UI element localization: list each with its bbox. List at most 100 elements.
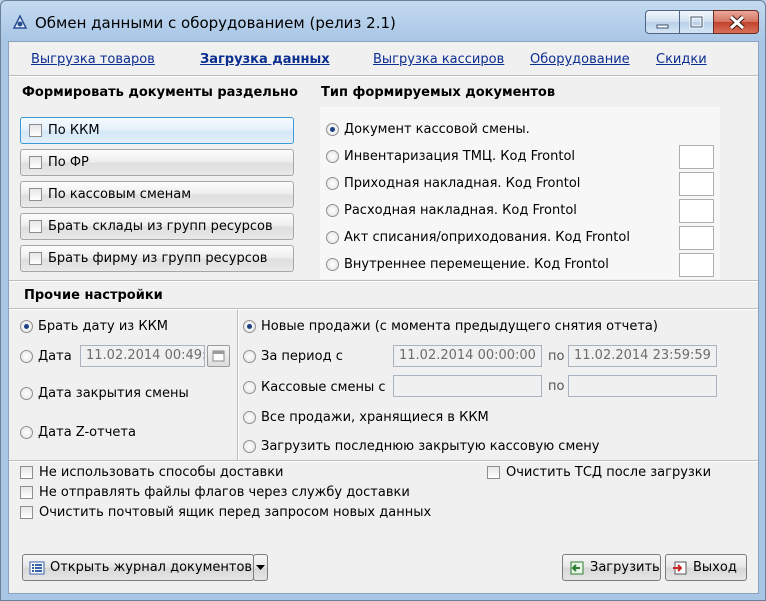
- radio-button[interactable]: [243, 350, 256, 363]
- close-button[interactable]: [713, 10, 759, 34]
- divider: [9, 460, 758, 462]
- radio-new-sales[interactable]: Новые продажи (с момента предыдущего сня…: [243, 319, 658, 334]
- radio-button[interactable]: [326, 150, 339, 163]
- date-input[interactable]: 11.02.2014 00:49:: [80, 345, 205, 367]
- button-label: Загрузить: [590, 560, 660, 575]
- open-journal-button[interactable]: Открыть журнал документов: [22, 554, 254, 581]
- check-clear-tsd[interactable]: Очистить ТСД после загрузки: [487, 465, 711, 480]
- radio-button[interactable]: [326, 123, 339, 136]
- radio-button[interactable]: [243, 381, 256, 394]
- checkbox[interactable]: [29, 156, 42, 169]
- check-label: Брать фирму из групп ресурсов: [48, 251, 268, 266]
- checkbox[interactable]: [29, 220, 42, 233]
- app-icon: [12, 14, 28, 29]
- exit-button[interactable]: Выход: [665, 554, 747, 581]
- period-to-input[interactable]: 11.02.2014 23:59:59: [568, 345, 717, 367]
- radio-button[interactable]: [326, 258, 339, 271]
- radio-button[interactable]: [326, 204, 339, 217]
- radio-label: Внутреннее перемещение. Код Frontol: [344, 257, 609, 272]
- maximize-button[interactable]: [679, 10, 713, 34]
- load-button[interactable]: Загрузить: [562, 554, 661, 581]
- check-label: Очистить почтовый ящик перед запросом но…: [39, 505, 432, 520]
- checkbox[interactable]: [29, 124, 42, 137]
- check-label: Не отправлять файлы флагов через службу …: [39, 485, 410, 500]
- code-inventory-input[interactable]: [679, 145, 714, 169]
- checkbox[interactable]: [20, 486, 33, 499]
- code-outgoing-input[interactable]: [679, 199, 714, 223]
- check-label: По ККМ: [48, 123, 100, 138]
- radio-label: За период с: [261, 349, 343, 364]
- chevron-down-icon: [256, 564, 265, 570]
- radio-shift-document[interactable]: Документ кассовой смены.: [326, 122, 530, 137]
- radio-label: Акт списания/оприходования. Код Frontol: [344, 230, 630, 245]
- radio-z-report-date[interactable]: Дата Z-отчета: [20, 425, 136, 440]
- tab-export-goods[interactable]: Выгрузка товаров: [31, 52, 155, 67]
- tab-export-cashiers[interactable]: Выгрузка кассиров: [373, 52, 504, 67]
- radio-last-closed-shift[interactable]: Загрузить последнюю закрытую кассовую см…: [243, 439, 599, 454]
- checkbox[interactable]: [29, 252, 42, 265]
- check-clear-mailbox[interactable]: Очистить почтовый ящик перед запросом но…: [20, 505, 431, 520]
- minimize-icon: [656, 24, 669, 29]
- radio-date-from-kkm[interactable]: Брать дату из ККМ: [20, 319, 168, 334]
- radio-label: Дата Z-отчета: [38, 425, 136, 440]
- tab-equipment[interactable]: Оборудование: [530, 52, 630, 67]
- tab-import-data[interactable]: Загрузка данных: [200, 52, 330, 67]
- radio-button[interactable]: [20, 350, 33, 363]
- radio-label: Расходная накладная. Код Frontol: [344, 203, 577, 218]
- other-settings-title: Прочие настройки: [24, 288, 163, 303]
- journal-dropdown-button[interactable]: [253, 554, 268, 581]
- divider-vertical: [237, 310, 239, 460]
- check-by-fr[interactable]: По ФР: [20, 149, 294, 176]
- checkbox[interactable]: [487, 466, 500, 479]
- radio-button[interactable]: [243, 440, 256, 453]
- divider: [9, 280, 758, 282]
- radio-label: Приходная накладная. Код Frontol: [344, 176, 581, 191]
- radio-cash-shifts[interactable]: Кассовые смены с: [243, 380, 386, 395]
- radio-button[interactable]: [326, 177, 339, 190]
- radio-writeoff-act[interactable]: Акт списания/оприходования. Код Frontol: [326, 230, 630, 245]
- check-no-delivery-methods[interactable]: Не использовать способы доставки: [20, 465, 284, 480]
- code-transfer-input[interactable]: [679, 253, 714, 277]
- check-by-shifts[interactable]: По кассовым сменам: [20, 181, 294, 208]
- radio-shift-close-date[interactable]: Дата закрытия смены: [20, 386, 189, 401]
- radio-button[interactable]: [20, 320, 33, 333]
- window-controls: [645, 10, 759, 34]
- shift-from-input[interactable]: [393, 375, 542, 397]
- radio-label: Новые продажи (с момента предыдущего сня…: [261, 319, 658, 334]
- tab-bar: Выгрузка товаров Загрузка данных Выгрузк…: [9, 42, 758, 76]
- period-from-input[interactable]: 11.02.2014 00:00:00: [393, 345, 542, 367]
- check-warehouses-from-groups[interactable]: Брать склады из групп ресурсов: [20, 213, 294, 240]
- checkbox[interactable]: [20, 506, 33, 519]
- window-title: Обмен данными с оборудованием (релиз 2.1…: [35, 14, 396, 32]
- divider: [9, 308, 758, 310]
- checkbox[interactable]: [29, 188, 42, 201]
- radio-label: Инвентаризация ТМЦ. Код Frontol: [344, 149, 576, 164]
- radio-internal-transfer[interactable]: Внутреннее перемещение. Код Frontol: [326, 257, 609, 272]
- exit-icon: [673, 561, 687, 574]
- radio-period[interactable]: За период с: [243, 349, 343, 364]
- radio-button[interactable]: [326, 231, 339, 244]
- check-firm-from-groups[interactable]: Брать фирму из групп ресурсов: [20, 245, 294, 272]
- check-no-flag-files[interactable]: Не отправлять файлы флагов через службу …: [20, 485, 410, 500]
- check-by-kkm[interactable]: По ККМ: [20, 117, 294, 144]
- code-incoming-input[interactable]: [679, 172, 714, 196]
- code-writeoff-input[interactable]: [679, 226, 714, 250]
- tab-discounts[interactable]: Скидки: [656, 52, 707, 67]
- radio-button[interactable]: [243, 411, 256, 424]
- radio-button[interactable]: [20, 387, 33, 400]
- radio-incoming-invoice[interactable]: Приходная накладная. Код Frontol: [326, 176, 580, 191]
- radio-all-sales[interactable]: Все продажи, хранящиеся в ККМ: [243, 410, 489, 425]
- minimize-button[interactable]: [645, 10, 679, 34]
- radio-label: Загрузить последнюю закрытую кассовую см…: [261, 439, 600, 454]
- radio-date[interactable]: Дата: [20, 349, 72, 364]
- title-bar[interactable]: Обмен данными с оборудованием (релиз 2.1…: [1, 1, 765, 43]
- checkbox[interactable]: [20, 466, 33, 479]
- to-label: по: [548, 379, 565, 394]
- shift-to-input[interactable]: [568, 375, 717, 397]
- date-picker-button[interactable]: [207, 345, 230, 367]
- radio-inventory[interactable]: Инвентаризация ТМЦ. Код Frontol: [326, 149, 575, 164]
- radio-button[interactable]: [243, 320, 256, 333]
- check-label: Брать склады из групп ресурсов: [48, 219, 273, 234]
- radio-button[interactable]: [20, 426, 33, 439]
- radio-outgoing-invoice[interactable]: Расходная накладная. Код Frontol: [326, 203, 577, 218]
